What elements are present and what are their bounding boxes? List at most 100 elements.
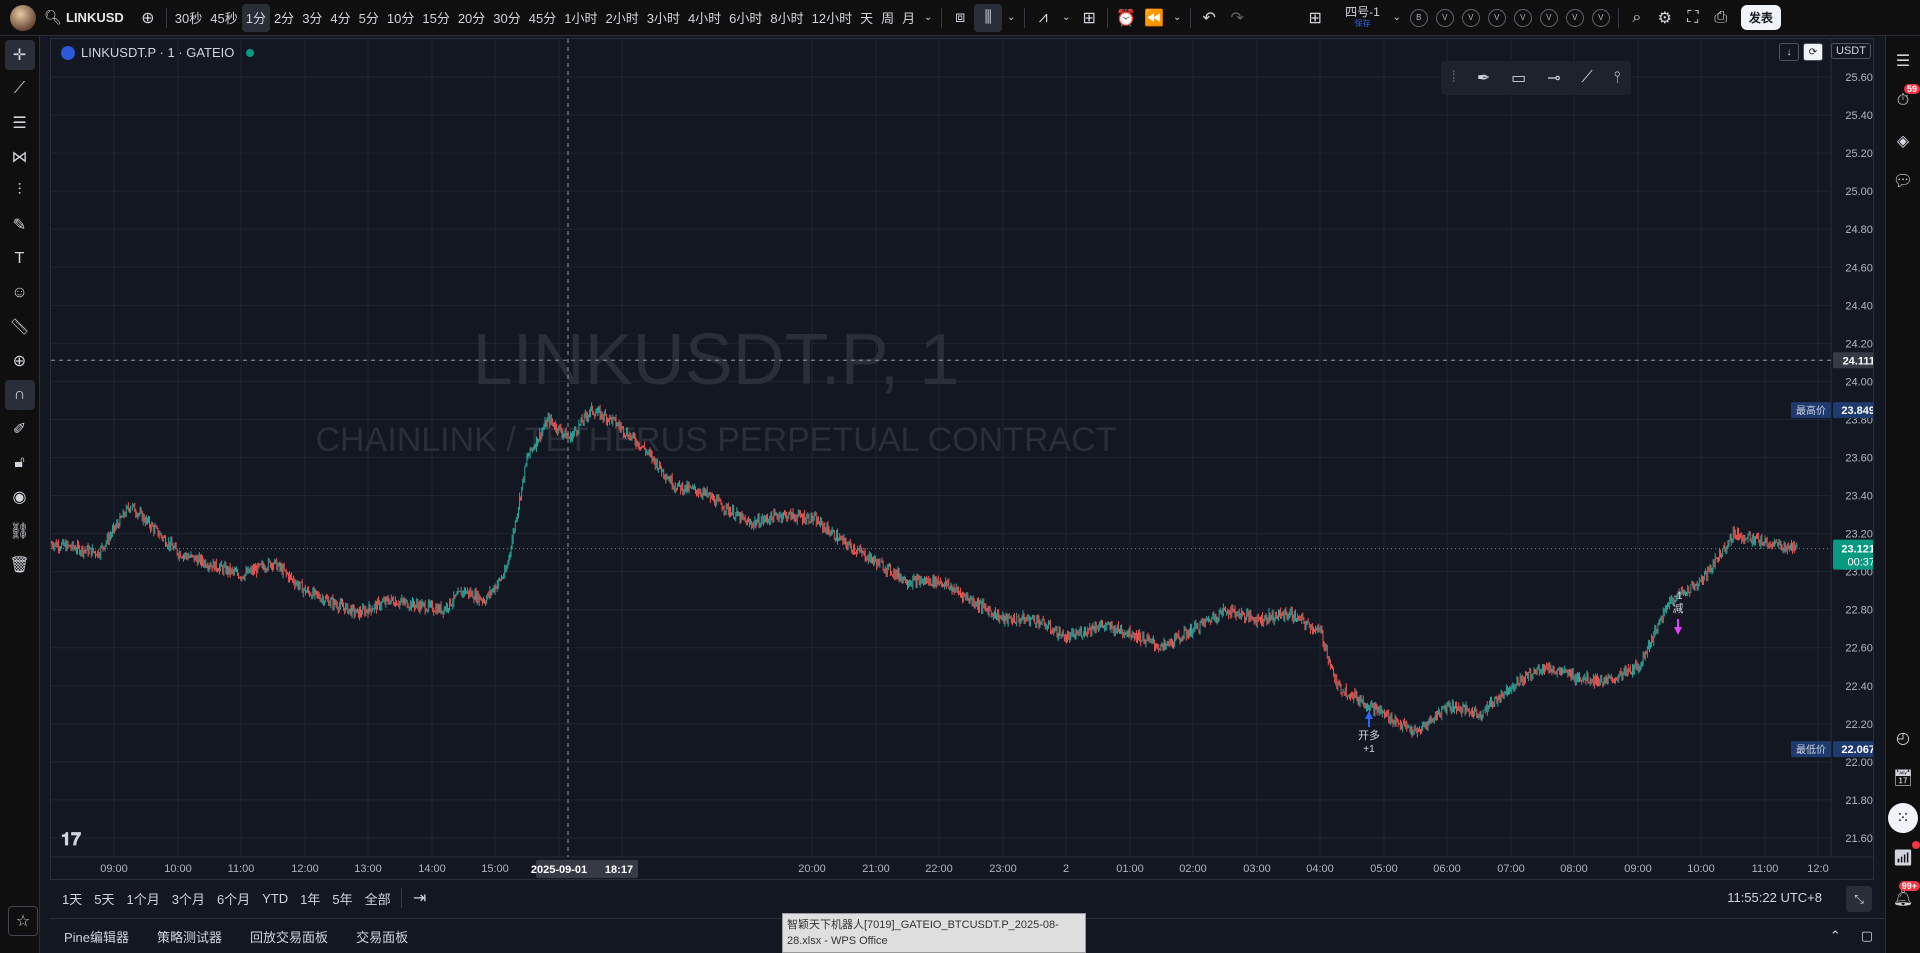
signal-icon[interactable]: 📶︎ xyxy=(1888,841,1920,873)
interval-21[interactable]: 月 xyxy=(898,4,919,32)
indicator-badge-4[interactable]: V xyxy=(1513,8,1532,27)
magnet-icon[interactable]: ∩ xyxy=(4,380,35,410)
eye-icon[interactable]: ◉ xyxy=(5,482,35,512)
interval-7[interactable]: 10分 xyxy=(383,4,418,32)
text-icon[interactable]: T xyxy=(5,244,35,274)
interval-13[interactable]: 2小时 xyxy=(601,4,642,32)
indicator-badge-2[interactable]: V xyxy=(1461,8,1480,27)
interval-4[interactable]: 3分 xyxy=(298,4,326,32)
vertical-line-icon[interactable]: ⫯ xyxy=(1614,69,1621,87)
interval-1[interactable]: 45秒 xyxy=(206,4,241,32)
interval-17[interactable]: 8小时 xyxy=(766,4,807,32)
favorites-star-icon[interactable]: ☆ xyxy=(8,906,38,936)
zoom-in-icon[interactable]: ⊕ xyxy=(5,346,35,376)
price-chart[interactable]: 25.600 25.400 25.200 25.000 24.800 24.600 24.4… xyxy=(51,39,1874,880)
panel-tab-1[interactable]: 策略测试器 xyxy=(143,927,236,946)
alert-icon[interactable]: ⏰ xyxy=(1112,4,1140,32)
goto-date-icon[interactable]: ⇥ xyxy=(406,884,434,912)
auto-scale-icon[interactable]: ⟳ xyxy=(1803,43,1823,61)
indicator-badge-6[interactable]: V xyxy=(1565,8,1584,27)
search-icon[interactable]: 🔍︎ xyxy=(44,4,62,32)
trend-line-icon[interactable]: ⟋ xyxy=(5,74,35,104)
horizontal-line-icon[interactable]: ⊸ xyxy=(1547,68,1560,88)
indicator-badge-5[interactable]: V xyxy=(1539,8,1558,27)
range-button-3[interactable]: 3个月 xyxy=(166,889,211,908)
apps-grid-icon[interactable]: ⁙ xyxy=(1888,803,1918,833)
chat-icon[interactable]: 💬︎ xyxy=(1888,166,1918,196)
fullscreen-icon[interactable]: ⛶ xyxy=(1679,4,1707,32)
alerts-icon[interactable]: ⏱ 59 xyxy=(1888,84,1920,116)
range-button-2[interactable]: 1个月 xyxy=(120,889,165,908)
interval-15[interactable]: 4小时 xyxy=(684,4,725,32)
publish-button[interactable]: 发表 xyxy=(1740,5,1781,30)
stay-drawing-icon[interactable]: ✐ xyxy=(5,414,35,444)
interval-14[interactable]: 3小时 xyxy=(643,4,684,32)
replay-icon[interactable]: ⏪ xyxy=(1140,4,1168,32)
indicator-badge-7[interactable]: V xyxy=(1591,8,1610,27)
interval-12[interactable]: 1小时 xyxy=(560,4,601,32)
interval-10[interactable]: 30分 xyxy=(489,4,524,32)
indicator-badge-1[interactable]: V xyxy=(1435,8,1454,27)
fib-icon[interactable]: ☰ xyxy=(5,108,35,138)
panel-tab-3[interactable]: 交易面板 xyxy=(342,927,422,946)
layout-grid-icon[interactable]: ⊞ xyxy=(1301,4,1329,32)
layers-icon[interactable]: ◈ xyxy=(1888,126,1918,156)
user-avatar[interactable] xyxy=(10,4,36,31)
forecast-icon[interactable]: ⫶ xyxy=(5,176,35,206)
range-button-0[interactable]: 1天 xyxy=(56,889,88,908)
indicator-badge-3[interactable]: V xyxy=(1487,8,1506,27)
interval-20[interactable]: 周 xyxy=(877,4,898,32)
range-button-6[interactable]: 1年 xyxy=(294,889,326,908)
maximize-icon[interactable]: ⤡ xyxy=(1846,886,1872,912)
brush-icon[interactable]: ✎ xyxy=(5,210,35,240)
chart-pane[interactable]: 25.600 25.400 25.200 25.000 24.800 24.600 24.4… xyxy=(50,38,1874,880)
crosshair-icon[interactable]: ✛ xyxy=(4,40,35,70)
currency-select[interactable]: USDT xyxy=(1831,43,1871,59)
emoji-icon[interactable]: ☺ xyxy=(5,278,35,308)
camera-icon[interactable]: ⎙ xyxy=(1707,4,1735,32)
indicator-badge-0[interactable]: B xyxy=(1409,8,1428,27)
range-button-1[interactable]: 5天 xyxy=(88,889,120,908)
pen-icon[interactable]: ✒ xyxy=(1477,68,1490,88)
watchlist-icon[interactable]: ☰ xyxy=(1888,46,1918,76)
redo-icon[interactable]: ↷ xyxy=(1223,4,1251,32)
speedometer-icon[interactable]: ◴ xyxy=(1888,723,1918,753)
legend-title[interactable]: LINKUSDT.P · 1 · GATEIO xyxy=(81,45,234,60)
panel-tab-0[interactable]: Pine编辑器 xyxy=(50,927,143,946)
ray-icon[interactable]: ⟋ xyxy=(1581,69,1592,87)
collapse-panel-icon[interactable]: ⌃ xyxy=(1830,928,1841,944)
expand-panel-icon[interactable]: ▢ xyxy=(1861,928,1873,944)
range-button-7[interactable]: 5年 xyxy=(326,889,358,908)
layout-name[interactable]: 四号-1 保存 xyxy=(1345,6,1380,29)
interval-0[interactable]: 30秒 xyxy=(171,4,206,32)
scroll-down-icon[interactable]: ↓ xyxy=(1779,43,1799,61)
rectangle-icon[interactable]: ▭ xyxy=(1511,68,1526,88)
chevron-down-icon[interactable]: ⌄ xyxy=(919,4,937,32)
templates-icon[interactable]: ⊞ xyxy=(1075,4,1103,32)
interval-18[interactable]: 12小时 xyxy=(808,4,856,32)
add-symbol-icon[interactable]: ⊕ xyxy=(134,4,162,32)
quick-search-icon[interactable]: ⌕ xyxy=(1623,4,1651,32)
indicators-icon[interactable]: ⩘ xyxy=(1029,4,1057,32)
interval-6[interactable]: 5分 xyxy=(355,4,383,32)
range-button-8[interactable]: 全部 xyxy=(359,889,397,908)
panel-tab-2[interactable]: 回放交易面板 xyxy=(236,927,342,946)
candle-style-icon[interactable]: ⫼ xyxy=(974,3,1003,32)
interval-5[interactable]: 4分 xyxy=(326,4,354,32)
chevron-down-icon[interactable]: ⌄ xyxy=(1168,4,1186,32)
chevron-down-icon[interactable]: ⌄ xyxy=(1057,4,1075,32)
range-button-4[interactable]: 6个月 xyxy=(211,889,256,908)
interval-3[interactable]: 2分 xyxy=(270,4,298,32)
bar-style-icon[interactable]: ⧈ xyxy=(946,4,974,32)
drag-handle-icon[interactable]: ⁞ xyxy=(1451,69,1455,87)
interval-16[interactable]: 6小时 xyxy=(725,4,766,32)
lock-icon[interactable]: 🔓︎ xyxy=(5,448,35,478)
link-icon[interactable]: ⛓ xyxy=(5,516,35,546)
chevron-down-icon[interactable]: ⌄ xyxy=(1002,4,1020,32)
gear-icon[interactable]: ⚙ xyxy=(1651,4,1679,32)
interval-11[interactable]: 45分 xyxy=(525,4,560,32)
symbol-search-button[interactable]: LINKUSD xyxy=(66,10,124,25)
calendar-icon[interactable]: 📅︎ xyxy=(1888,763,1918,793)
interval-8[interactable]: 15分 xyxy=(418,4,453,32)
pattern-icon[interactable]: ⋈ xyxy=(5,142,35,172)
